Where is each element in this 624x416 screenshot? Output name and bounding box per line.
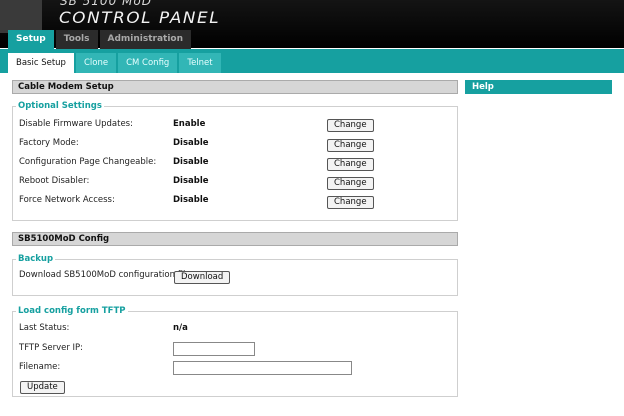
change-button-factory-mode[interactable]: Change [327, 139, 374, 152]
row-label-firmware-updates: Disable Firmware Updates: [19, 119, 133, 129]
logo-image [0, 0, 42, 33]
section-sb5100mod-config: SB5100MoD Config [12, 232, 458, 246]
last-status-label: Last Status: [19, 323, 70, 333]
subtab-telnet[interactable]: Telnet [179, 53, 221, 73]
tftp-server-ip-input[interactable] [173, 342, 255, 356]
tab-setup[interactable]: Setup [8, 30, 54, 49]
subtab-cm-config[interactable]: CM Config [118, 53, 178, 73]
section-cable-modem-setup: Cable Modem Setup [12, 80, 458, 94]
product-name: SB 5100 MoD [60, 0, 152, 8]
subtab-clone[interactable]: Clone [75, 53, 117, 73]
tftp-legend: Load config form TFTP [16, 306, 128, 316]
row-label-factory-mode: Factory Mode: [19, 138, 79, 148]
optional-settings-legend: Optional Settings [16, 101, 104, 111]
backup-label: Download SB5100MoD configuration file: [19, 270, 194, 280]
row-label-config-page-changeable: Configuration Page Changeable: [19, 157, 157, 167]
row-value-config-page-changeable: Disable [173, 157, 209, 167]
change-button-reboot-disabler[interactable]: Change [327, 177, 374, 190]
tab-administration[interactable]: Administration [99, 30, 192, 49]
sub-tabs: Basic Setup Clone CM Config Telnet [8, 53, 221, 73]
row-value-reboot-disabler: Disable [173, 176, 209, 186]
filename-label: Filename: [19, 362, 61, 372]
backup-legend: Backup [16, 254, 56, 264]
subtab-basic-setup[interactable]: Basic Setup [8, 53, 74, 73]
change-button-config-page-changeable[interactable]: Change [327, 158, 374, 171]
page-title: CONTROL PANEL [59, 8, 221, 27]
main-tabs: Setup Tools Administration [8, 30, 192, 49]
tab-tools[interactable]: Tools [55, 30, 98, 49]
help-header: Help [465, 80, 612, 94]
row-label-force-network-access: Force Network Access: [19, 195, 115, 205]
change-button-firmware-updates[interactable]: Change [327, 119, 374, 132]
filename-input[interactable] [173, 361, 352, 375]
row-label-reboot-disabler: Reboot Disabler: [19, 176, 90, 186]
row-value-firmware-updates: Enable [173, 119, 206, 129]
download-button[interactable]: Download [174, 271, 231, 284]
change-button-force-network-access[interactable]: Change [327, 196, 374, 209]
last-status-value: n/a [173, 323, 188, 333]
update-button[interactable]: Update [20, 381, 65, 394]
row-value-factory-mode: Disable [173, 138, 209, 148]
row-value-force-network-access: Disable [173, 195, 209, 205]
tftp-server-ip-label: TFTP Server IP: [19, 343, 84, 353]
header-bar: SB 5100 MoD CONTROL PANEL Setup Tools Ad… [0, 0, 624, 49]
